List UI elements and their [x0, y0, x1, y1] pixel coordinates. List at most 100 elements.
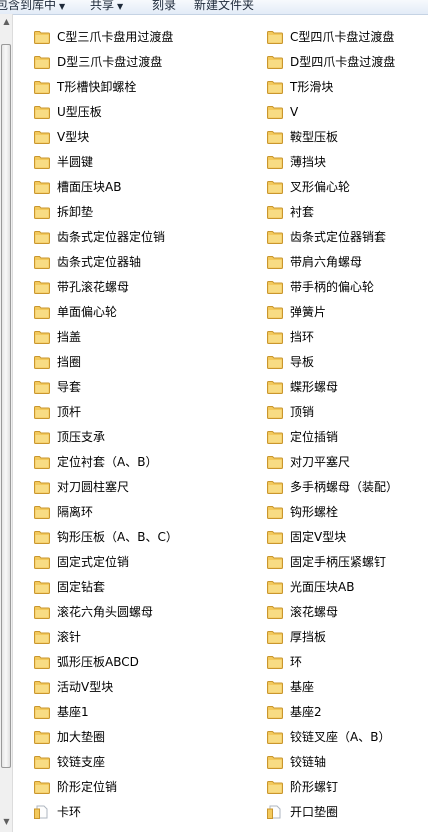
folder-item[interactable]: 拆卸垫: [34, 201, 224, 223]
folder-item[interactable]: 基座1: [34, 701, 224, 723]
folder-item[interactable]: D型四爪卡盘过渡盘: [267, 51, 428, 73]
folder-item[interactable]: C型三爪卡盘用过渡盘: [34, 26, 224, 48]
folder-item[interactable]: 挡环: [267, 326, 428, 348]
folder-item[interactable]: 挡盖: [34, 326, 224, 348]
folder-item[interactable]: 带手柄的偏心轮: [267, 276, 428, 298]
folder-icon: [34, 380, 50, 394]
folder-item[interactable]: 环: [267, 651, 428, 673]
folder-item[interactable]: V: [267, 101, 428, 123]
folder-item[interactable]: 衬套: [267, 201, 428, 223]
share-button[interactable]: 共享 ▼: [90, 0, 123, 14]
folder-name: 顶杆: [57, 405, 82, 419]
folder-icon: [267, 580, 283, 594]
folder-item[interactable]: 单面偏心轮: [34, 301, 224, 323]
folder-item[interactable]: U型压板: [34, 101, 224, 123]
folder-item[interactable]: 滚花六角头圆螺母: [34, 601, 224, 623]
scrollbar-thumb[interactable]: [1, 44, 11, 768]
folder-item[interactable]: 对刀圆柱塞尺: [34, 476, 224, 498]
folder-item[interactable]: T形滑块: [267, 76, 428, 98]
folder-icon: [34, 580, 50, 594]
folder-item[interactable]: 阶形螺钉: [267, 776, 428, 798]
folder-item[interactable]: T形槽快卸螺栓: [34, 76, 224, 98]
folder-name: 定位衬套（A、B）: [57, 455, 158, 469]
folder-icon: [34, 105, 50, 119]
folder-item[interactable]: 弹簧片: [267, 301, 428, 323]
folder-item[interactable]: 厚挡板: [267, 626, 428, 648]
folder-item[interactable]: 挡圈: [34, 351, 224, 373]
folder-item[interactable]: 固定手柄压紧螺钉: [267, 551, 428, 573]
folder-icon: [267, 255, 283, 269]
folder-item[interactable]: 半圆键: [34, 151, 224, 173]
folder-item[interactable]: 滚针: [34, 626, 224, 648]
folder-item[interactable]: 齿条式定位器销套: [267, 226, 428, 248]
folder-item[interactable]: 阶形定位销: [34, 776, 224, 798]
folder-item[interactable]: 加大垫圈: [34, 726, 224, 748]
scroll-down-arrow-icon[interactable]: ▼: [0, 816, 13, 828]
folder-item[interactable]: 鞍型压板: [267, 126, 428, 148]
folder-open-icon: [34, 805, 50, 819]
folder-item[interactable]: 铰链轴: [267, 751, 428, 773]
folder-item[interactable]: 叉形偏心轮: [267, 176, 428, 198]
folder-name: 拆卸垫: [57, 205, 94, 219]
folder-name: V: [290, 105, 299, 119]
folder-item[interactable]: 多手柄螺母（装配）: [267, 476, 428, 498]
folder-item[interactable]: 铰链叉座（A、B）: [267, 726, 428, 748]
folder-icon: [267, 605, 283, 619]
folder-item[interactable]: 顶销: [267, 401, 428, 423]
folder-name: 钩形压板（A、B、C）: [57, 530, 178, 544]
folder-item[interactable]: 带孔滚花螺母: [34, 276, 224, 298]
folder-item[interactable]: 开口垫圈: [267, 801, 428, 823]
folder-name: 滚花六角头圆螺母: [57, 605, 154, 619]
folder-icon: [267, 480, 283, 494]
folder-item[interactable]: 蝶形螺母: [267, 376, 428, 398]
folder-name: 环: [290, 655, 303, 669]
folder-item[interactable]: 对刀平塞尺: [267, 451, 428, 473]
folder-item[interactable]: 钩形螺栓: [267, 501, 428, 523]
folder-item[interactable]: D型三爪卡盘过渡盘: [34, 51, 224, 73]
folder-item[interactable]: 固定式定位销: [34, 551, 224, 573]
folder-item[interactable]: 卡环: [34, 801, 224, 823]
folder-item[interactable]: 弧形压板ABCD: [34, 651, 224, 673]
folder-item[interactable]: 导板: [267, 351, 428, 373]
folder-item[interactable]: 定位插销: [267, 426, 428, 448]
folder-name: D型三爪卡盘过渡盘: [57, 55, 163, 69]
folder-item[interactable]: 光面压块AB: [267, 576, 428, 598]
folder-item[interactable]: 齿条式定位器轴: [34, 251, 224, 273]
folder-item[interactable]: 定位衬套（A、B）: [34, 451, 224, 473]
folder-icon: [267, 380, 283, 394]
folder-name: T形滑块: [290, 80, 334, 94]
folder-icon: [267, 530, 283, 544]
burn-button[interactable]: 刻录: [152, 0, 176, 14]
folder-icon: [34, 155, 50, 169]
folder-icon: [34, 505, 50, 519]
folder-item[interactable]: 带肩六角螺母: [267, 251, 428, 273]
folder-item[interactable]: 固定钻套: [34, 576, 224, 598]
folder-item[interactable]: 顶压支承: [34, 426, 224, 448]
folder-item[interactable]: 铰链支座: [34, 751, 224, 773]
folder-name: T形槽快卸螺栓: [57, 80, 137, 94]
folder-item[interactable]: 基座: [267, 676, 428, 698]
folder-item[interactable]: 槽面压块AB: [34, 176, 224, 198]
folder-item[interactable]: C型四爪卡盘过渡盘: [267, 26, 428, 48]
folder-item[interactable]: 滚花螺母: [267, 601, 428, 623]
folder-item[interactable]: 薄挡块: [267, 151, 428, 173]
folder-name: 叉形偏心轮: [290, 180, 351, 194]
folder-item[interactable]: 钩形压板（A、B、C）: [34, 526, 224, 548]
folder-item[interactable]: 导套: [34, 376, 224, 398]
folder-item[interactable]: 顶杆: [34, 401, 224, 423]
folder-icon: [267, 705, 283, 719]
vertical-scrollbar[interactable]: ▲ ▼: [0, 14, 13, 832]
folder-item[interactable]: 固定V型块: [267, 526, 428, 548]
scroll-up-arrow-icon[interactable]: ▲: [0, 16, 13, 28]
folder-item[interactable]: 齿条式定位器定位销: [34, 226, 224, 248]
folder-name: 对刀圆柱塞尺: [57, 480, 130, 494]
folder-item[interactable]: V型块: [34, 126, 224, 148]
folder-item[interactable]: 基座2: [267, 701, 428, 723]
include-in-library-button[interactable]: 包含到库中 ▼: [0, 0, 65, 14]
folder-item[interactable]: 活动V型块: [34, 676, 224, 698]
folder-icon: [267, 55, 283, 69]
folder-icon: [34, 780, 50, 794]
folder-item[interactable]: 隔离环: [34, 501, 224, 523]
folder-icon: [267, 680, 283, 694]
new-folder-button[interactable]: 新建文件夹: [194, 0, 254, 14]
